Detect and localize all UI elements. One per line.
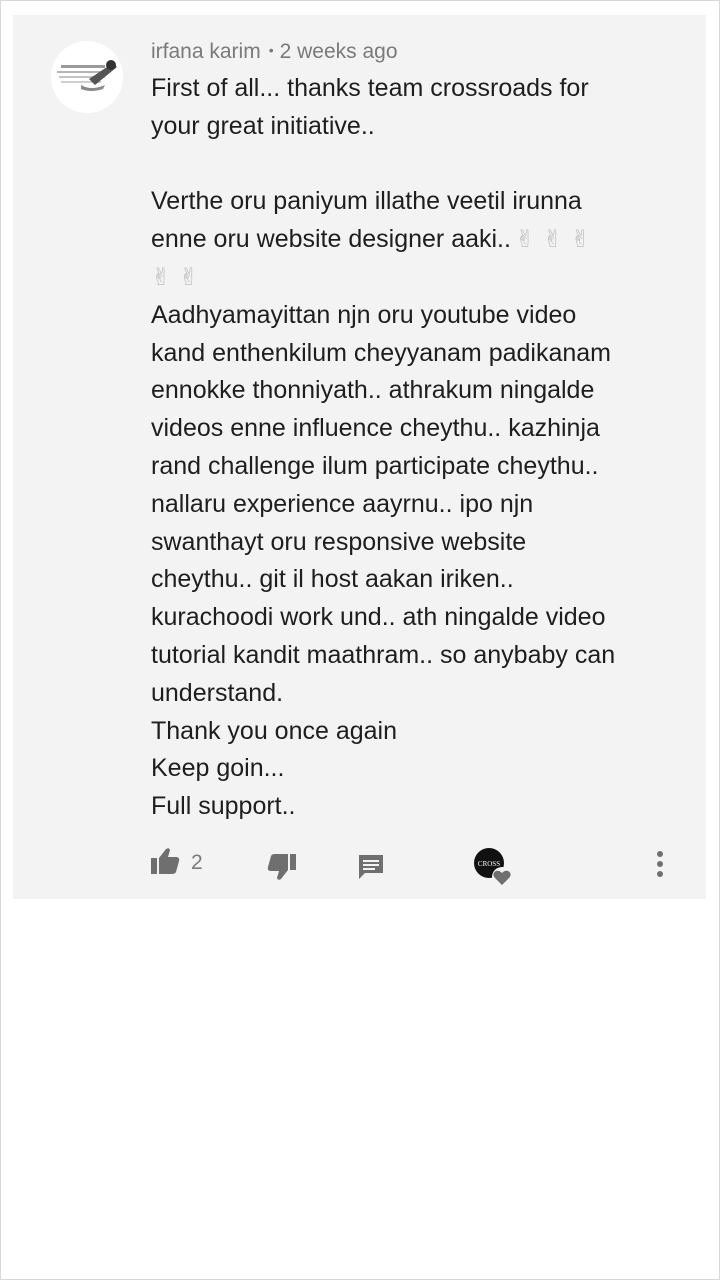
comment-line: Full support.. bbox=[151, 792, 296, 821]
victory-hand-emoji-icon: ✌ ✌ bbox=[151, 262, 199, 291]
comment-paragraph: Aadhyamayittan njn oru youtube video kan… bbox=[151, 300, 616, 707]
victory-hand-emoji-icon: ✌ ✌ ✌ bbox=[514, 225, 591, 254]
creator-badge-text: CROSS bbox=[478, 860, 500, 868]
comment-paragraph: Verthe oru paniyum illathe veetil irunna… bbox=[151, 183, 691, 259]
screen: irfana karim • 2 weeks ago First of all...… bbox=[0, 0, 720, 1280]
comment-actions: 2 CROSS bbox=[13, 841, 706, 889]
comment-meta: irfana karim • 2 weeks ago bbox=[151, 40, 398, 64]
comment-timestamp: 2 weeks ago bbox=[279, 40, 398, 63]
comment-body: First of all... thanks team crossroads f… bbox=[151, 70, 691, 826]
comment-paragraph: First of all... thanks team crossroads f… bbox=[151, 74, 589, 140]
thumbs-down-icon[interactable] bbox=[267, 853, 297, 886]
like-count: 2 bbox=[191, 851, 203, 874]
author-name[interactable]: irfana karim bbox=[151, 40, 261, 63]
comment-line: Keep goin... bbox=[151, 754, 285, 783]
comment-paragraph: ✌ ✌ bbox=[151, 259, 691, 297]
reply-icon[interactable] bbox=[357, 853, 385, 886]
creator-heart-icon: CROSS bbox=[473, 847, 515, 894]
meta-separator: • bbox=[268, 42, 274, 58]
avatar-image bbox=[51, 41, 123, 113]
comment-card: irfana karim • 2 weeks ago First of all...… bbox=[13, 15, 706, 899]
thumbs-up-icon[interactable] bbox=[150, 847, 180, 880]
avatar[interactable] bbox=[51, 41, 123, 113]
comment-line: Thank you once again bbox=[151, 716, 398, 745]
more-vertical-icon[interactable] bbox=[651, 851, 669, 884]
